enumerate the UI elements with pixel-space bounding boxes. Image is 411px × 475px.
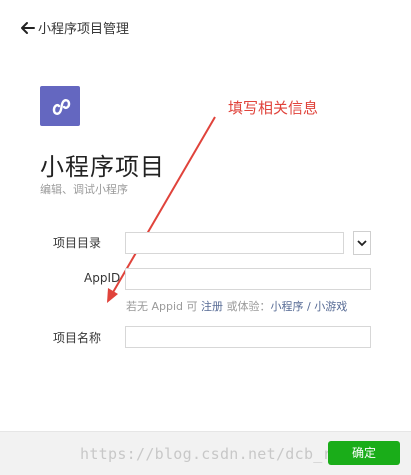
register-link[interactable]: 注册 [201, 300, 223, 313]
chevron-down-icon [357, 240, 367, 247]
hint-prefix: 若无 Appid 可 [126, 300, 202, 313]
top-bar: 小程序项目管理 [0, 0, 411, 52]
project-dir-label: 项目目录 [53, 236, 102, 250]
hint-middle: 或体验： [223, 300, 271, 313]
app-title: 小程序项目 [40, 153, 165, 181]
appid-input[interactable] [125, 268, 371, 290]
annotation-text: 填写相关信息 [228, 99, 319, 117]
hint-separator: / [303, 300, 315, 313]
project-name-label: 项目名称 [53, 331, 102, 345]
confirm-button[interactable]: 确定 [328, 441, 400, 465]
appid-hint: 若无 Appid 可 注册 或体验：小程序 / 小游戏 [126, 298, 347, 314]
minigame-link[interactable]: 小游戏 [314, 300, 347, 313]
back-arrow-icon[interactable] [19, 20, 35, 34]
app-subtitle: 编辑、调试小程序 [40, 183, 128, 196]
project-name-input[interactable] [125, 326, 371, 348]
miniprogram-logo-icon [40, 86, 80, 126]
page-title: 小程序项目管理 [38, 22, 130, 37]
miniprogram-link[interactable]: 小程序 [271, 300, 304, 313]
project-dir-dropdown-button[interactable] [353, 231, 371, 255]
project-dir-input[interactable] [125, 232, 344, 254]
appid-label: AppID [84, 271, 121, 285]
